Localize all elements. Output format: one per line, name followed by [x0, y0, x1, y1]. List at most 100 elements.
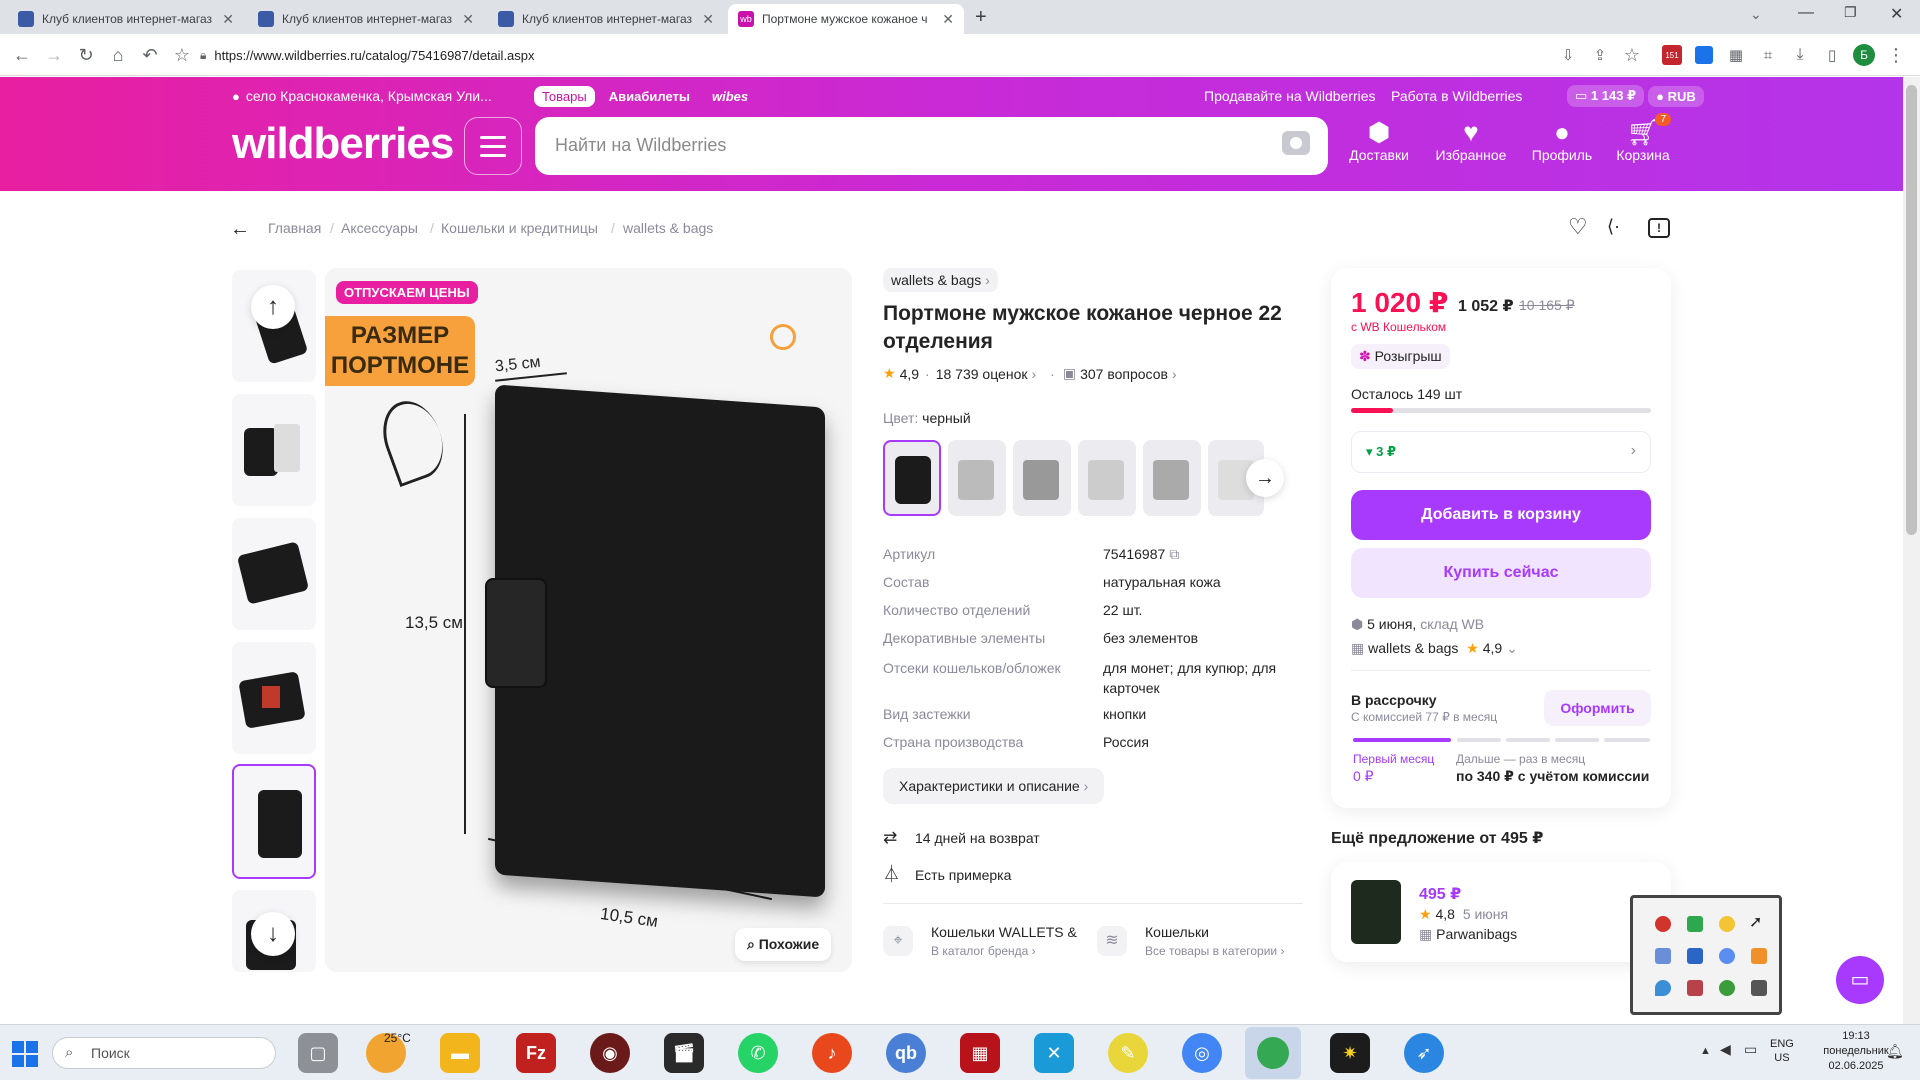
minimize-window-icon[interactable]: — — [1798, 4, 1814, 22]
app-eye-icon[interactable]: ◉ — [590, 1033, 630, 1073]
back-icon[interactable]: ← — [10, 43, 34, 67]
nav-favorites[interactable]: ♥ Избранное — [1429, 117, 1513, 177]
tab-search-icon[interactable]: ⌄ — [1750, 6, 1762, 23]
extension-grid-icon[interactable]: ▦ — [1724, 43, 1748, 67]
whatsapp-icon[interactable]: ✆ — [738, 1033, 778, 1073]
tray-app-icon[interactable] — [1655, 916, 1671, 932]
share-icon[interactable]: ⇪ — [1588, 43, 1612, 67]
wallet-balance[interactable]: ▭ 1 143 ₽ ● RUB — [1567, 85, 1710, 107]
extension-calendar-icon[interactable]: 151 — [1660, 43, 1684, 67]
breadcrumb-wallets[interactable]: Кошельки и кредитницы — [441, 220, 598, 236]
copy-icon[interactable]: ⧉ — [1169, 546, 1179, 562]
chrome-icon[interactable]: ◎ — [1182, 1033, 1222, 1073]
close-tab-icon[interactable]: ✕ — [942, 11, 954, 28]
browser-tab-2[interactable]: Клуб клиентов интернет-магаз ✕ — [248, 4, 484, 34]
share-product-icon[interactable]: ⟨· — [1607, 216, 1620, 237]
currency-selector[interactable]: ● RUB — [1648, 85, 1704, 107]
questions-link[interactable]: 307 вопросов — [1080, 366, 1168, 382]
site-info-icon[interactable]: 🔒︎ — [200, 48, 206, 63]
color-swatch-black-selected[interactable] — [883, 440, 941, 516]
colors-next-arrow-icon[interactable]: → — [1246, 459, 1284, 497]
tray-chevron-up-icon[interactable]: ▲ — [1700, 1045, 1711, 1057]
search-input[interactable] — [555, 135, 1255, 156]
tray-app-icon[interactable] — [1655, 948, 1671, 964]
browser-menu-icon[interactable]: ⋮ — [1884, 43, 1908, 67]
other-offer-card[interactable]: 495 ₽ ★ 4,8 5 июня ▦ Parwanibags — [1331, 862, 1671, 962]
specs-description-button[interactable]: Характеристики и описание › — [883, 768, 1105, 804]
tray-app-icon[interactable] — [1687, 980, 1703, 996]
raffle-chip[interactable]: ✽ Розыгрыш — [1351, 344, 1450, 369]
app-x-icon[interactable]: ✕ — [1034, 1033, 1074, 1073]
breadcrumb-brand[interactable]: wallets & bags — [623, 220, 713, 236]
url-text[interactable]: https://www.wildberries.ru/catalog/75416… — [214, 48, 534, 63]
app-grid-icon[interactable]: ▦ — [960, 1033, 1000, 1073]
speaker-icon[interactable]: ◀︎ — [1720, 1041, 1731, 1058]
tray-app-icon[interactable] — [1751, 948, 1767, 964]
new-tab-button[interactable]: + — [975, 6, 987, 29]
tray-app-icon[interactable] — [1719, 916, 1735, 932]
buy-now-button[interactable]: Купить сейчас — [1351, 548, 1651, 598]
nav-deliveries[interactable]: ⬢ Доставки — [1337, 117, 1421, 177]
thumbnails-up-arrow-icon[interactable]: ↑ — [251, 285, 295, 329]
brand-catalog-link[interactable]: ⌖ Кошельки WALLETS & BAGS В каталог брен… — [883, 924, 1083, 964]
reviews-link[interactable]: 18 739 оценок — [936, 366, 1028, 382]
gallery-thumbnail-4[interactable] — [232, 642, 316, 754]
tray-app-icon[interactable] — [1687, 948, 1703, 964]
bookmark-star-icon[interactable]: ☆ — [170, 43, 194, 67]
app-wing-icon[interactable]: ➶ — [1404, 1033, 1444, 1073]
tray-app-icon[interactable] — [1751, 980, 1767, 996]
gallery-thumbnail-3[interactable] — [232, 518, 316, 630]
filezilla-icon[interactable]: Fz — [516, 1033, 556, 1073]
installment-apply-button[interactable]: Оформить — [1544, 690, 1651, 726]
sell-on-wb-link[interactable]: Продавайте на Wildberries — [1204, 85, 1376, 107]
close-tab-icon[interactable]: ✕ — [702, 11, 714, 28]
price-history-row[interactable]: ▾ 3 ₽ › — [1351, 431, 1651, 473]
task-view-icon[interactable]: ▢ — [298, 1033, 338, 1073]
balance-pill[interactable]: ▭ 1 143 ₽ — [1567, 85, 1645, 107]
browser-tab-1[interactable]: Клуб клиентов интернет-магаз ✕ — [8, 4, 244, 34]
home-icon[interactable]: ⌂ — [106, 43, 130, 67]
tab-flights[interactable]: Авиабилеты — [601, 86, 698, 107]
add-to-cart-button[interactable]: Добавить в корзину — [1351, 490, 1651, 540]
favorite-heart-icon[interactable]: ♡ — [1568, 214, 1588, 240]
music-player-icon[interactable]: ♪ — [812, 1033, 852, 1073]
breadcrumb-home[interactable]: Главная — [268, 220, 321, 236]
start-windows-icon[interactable] — [12, 1041, 38, 1067]
video-editor-icon[interactable]: 🎬︎ — [664, 1033, 704, 1073]
tab-wibes[interactable]: wibes — [704, 86, 756, 107]
file-explorer-icon[interactable]: ▬ — [440, 1033, 480, 1073]
color-swatch-4[interactable] — [1078, 440, 1136, 516]
color-swatch-5[interactable] — [1143, 440, 1201, 516]
install-app-icon[interactable]: ⇩ — [1556, 43, 1580, 67]
undo-icon[interactable]: ↶ — [138, 43, 162, 67]
breadcrumb-accessories[interactable]: Аксессуары — [341, 220, 418, 236]
browser-tab-4-active[interactable]: wb Портмоне мужское кожаное ч ✕ — [728, 4, 964, 34]
similar-button[interactable]: ⌕ Похожие — [735, 928, 832, 961]
nav-profile[interactable]: ● Профиль — [1520, 117, 1604, 177]
delivery-location[interactable]: ● село Краснокаменка, Крымская Ули... — [232, 85, 492, 107]
network-icon[interactable]: ▭ — [1744, 1041, 1757, 1058]
brand-chip[interactable]: wallets & bags › — [883, 268, 998, 292]
tray-app-icon[interactable] — [1655, 980, 1671, 996]
taskbar-search[interactable]: ⌕ Поиск — [52, 1037, 276, 1069]
chrome-active-icon[interactable] — [1245, 1027, 1301, 1079]
category-link[interactable]: ≋ Кошельки Все товары в категории › — [1097, 924, 1307, 964]
catalog-menu-button[interactable] — [464, 117, 522, 175]
wildberries-logo[interactable]: wildberries — [232, 119, 454, 169]
forward-icon[interactable]: → — [42, 43, 66, 67]
photo-search-icon[interactable] — [1282, 131, 1310, 155]
crop-icon[interactable]: ⌗ — [1756, 43, 1780, 67]
scrollbar-thumb[interactable] — [1906, 85, 1917, 535]
back-arrow-icon[interactable]: ← — [230, 218, 250, 241]
thumbnails-down-arrow-icon[interactable]: ↓ — [251, 912, 295, 956]
nav-cart[interactable]: 🛒︎ 7 Корзина — [1601, 113, 1685, 177]
bookmark-page-icon[interactable]: ☆ — [1620, 43, 1644, 67]
app-lightbulb-icon[interactable]: ✎ — [1108, 1033, 1148, 1073]
wallet-note[interactable]: с WB Кошельком — [1351, 320, 1446, 334]
profile-avatar-icon[interactable]: Б — [1852, 43, 1876, 67]
close-window-icon[interactable]: ✕ — [1890, 4, 1903, 24]
reload-icon[interactable]: ↻ — [74, 43, 98, 67]
tray-app-icon[interactable] — [1719, 980, 1735, 996]
qbittorrent-icon[interactable]: qb — [886, 1033, 926, 1073]
tab-goods[interactable]: Товары — [534, 85, 595, 107]
